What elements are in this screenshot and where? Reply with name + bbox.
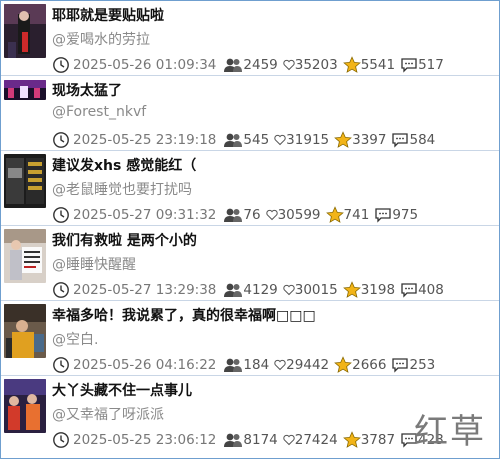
heart-icon	[283, 59, 295, 71]
comment-icon	[375, 208, 391, 223]
like-count: 35203	[294, 57, 338, 73]
star-icon	[334, 356, 353, 373]
comment-icon	[392, 133, 409, 148]
like-count: 27424	[294, 432, 338, 448]
heart-icon	[265, 209, 278, 221]
star-count: 2666	[352, 357, 387, 373]
people-icon	[224, 358, 243, 372]
comment-icon	[401, 283, 417, 298]
view-count: 184	[243, 357, 270, 373]
view-count: 4129	[243, 282, 278, 298]
comment-count: 408	[418, 282, 444, 298]
post-timestamp: 2025-05-25 23:06:12	[73, 432, 217, 448]
like-count: 30015	[294, 282, 338, 298]
comment-icon	[401, 58, 417, 73]
people-icon	[224, 58, 243, 72]
like-count: 29442	[286, 357, 330, 373]
post-author[interactable]: @空白.	[52, 329, 98, 349]
star-icon	[342, 431, 361, 448]
star-count: 3397	[352, 132, 387, 148]
star-count: 741	[343, 207, 370, 223]
post-title[interactable]: 现场太猛了	[52, 80, 122, 100]
post-thumbnail[interactable]	[4, 304, 46, 358]
post-timestamp: 2025-05-27 09:31:32	[73, 207, 217, 223]
post-timestamp: 2025-05-26 01:09:34	[73, 57, 217, 73]
post-title[interactable]: 建议发xhs 感觉能红（	[52, 155, 196, 175]
post-meta: 2025-05-26 01:09:34 2459 35203 5541 517	[52, 56, 449, 74]
like-count: 30599	[277, 207, 321, 223]
clock-icon	[53, 282, 69, 298]
comment-count: 517	[418, 57, 444, 73]
clock-icon	[53, 357, 69, 373]
heart-icon	[283, 434, 295, 446]
heart-icon	[274, 359, 286, 371]
post-thumbnail[interactable]	[4, 229, 46, 283]
view-count: 545	[243, 132, 270, 148]
post-author[interactable]: @爱喝水的劳拉	[52, 29, 150, 49]
clock-icon	[53, 57, 69, 73]
people-icon	[224, 433, 243, 447]
star-count: 5541	[360, 57, 396, 73]
post-meta: 2025-05-25 23:06:12 8174 27424 3787 423	[52, 431, 449, 449]
star-icon	[342, 281, 361, 298]
view-count: 76	[243, 207, 261, 223]
post-row[interactable]: 我们有救啦 是两个小的 @睡睡快醒醒 2025-05-27 13:29:38 4…	[1, 226, 499, 301]
people-icon	[224, 133, 243, 147]
post-meta: 2025-05-27 09:31:32 76 30599 741 975	[52, 206, 423, 224]
post-author[interactable]: @老鼠睡觉也要打扰吗	[52, 179, 192, 199]
post-timestamp: 2025-05-25 23:19:18	[73, 132, 217, 148]
like-count: 31915	[286, 132, 330, 148]
view-count: 2459	[243, 57, 278, 73]
comment-count: 975	[392, 207, 419, 223]
clock-icon	[53, 207, 69, 223]
star-icon	[334, 131, 353, 148]
post-timestamp: 2025-05-27 13:29:38	[73, 282, 217, 298]
heart-icon	[283, 284, 295, 296]
clock-icon	[53, 132, 69, 148]
comment-count: 584	[409, 132, 436, 148]
people-icon	[224, 208, 243, 222]
post-title[interactable]: 耶耶就是要贴贴啦	[52, 5, 164, 25]
post-row[interactable]: 幸福多哈！我说累了，真的很幸福啊□□□ @空白. 2025-05-26 04:1…	[1, 301, 499, 376]
post-author[interactable]: @睡睡快醒醒	[52, 254, 136, 274]
post-author[interactable]: @Forest_nkvf	[52, 104, 146, 120]
post-meta: 2025-05-26 04:16:22 184 29442 2666 253	[52, 356, 440, 374]
star-icon	[325, 206, 344, 223]
comment-icon	[392, 358, 409, 373]
people-icon	[224, 283, 243, 297]
view-count: 8174	[243, 432, 278, 448]
star-count: 3198	[360, 282, 396, 298]
post-row[interactable]: 现场太猛了 @Forest_nkvf 2025-05-25 23:19:18 5…	[1, 76, 499, 151]
post-meta: 2025-05-25 23:19:18 545 31915 3397 584	[52, 131, 440, 149]
comment-count: 253	[409, 357, 436, 373]
post-list: 耶耶就是要贴贴啦 @爱喝水的劳拉 2025-05-26 01:09:34 245…	[1, 1, 499, 450]
post-row[interactable]: 耶耶就是要贴贴啦 @爱喝水的劳拉 2025-05-26 01:09:34 245…	[1, 1, 499, 76]
post-timestamp: 2025-05-26 04:16:22	[73, 357, 217, 373]
post-author[interactable]: @又幸福了呀派派	[52, 404, 164, 424]
post-row[interactable]: 建议发xhs 感觉能红（ @老鼠睡觉也要打扰吗 2025-05-27 09:31…	[1, 151, 499, 226]
star-icon	[342, 56, 361, 73]
post-meta: 2025-05-27 13:29:38 4129 30015 3198 408	[52, 281, 449, 299]
post-thumbnail[interactable]	[4, 154, 46, 208]
post-title[interactable]: 大丫头藏不住一点事儿	[52, 380, 192, 400]
clock-icon	[53, 432, 69, 448]
post-thumbnail[interactable]	[4, 379, 46, 433]
post-title[interactable]: 幸福多哈！我说累了，真的很幸福啊□□□	[52, 305, 316, 325]
star-count: 3787	[360, 432, 396, 448]
post-thumbnail[interactable]	[4, 4, 46, 58]
post-thumbnail[interactable]	[4, 80, 46, 100]
watermark: 红草	[414, 412, 486, 452]
heart-icon	[274, 134, 286, 146]
post-title[interactable]: 我们有救啦 是两个小的	[52, 230, 197, 250]
